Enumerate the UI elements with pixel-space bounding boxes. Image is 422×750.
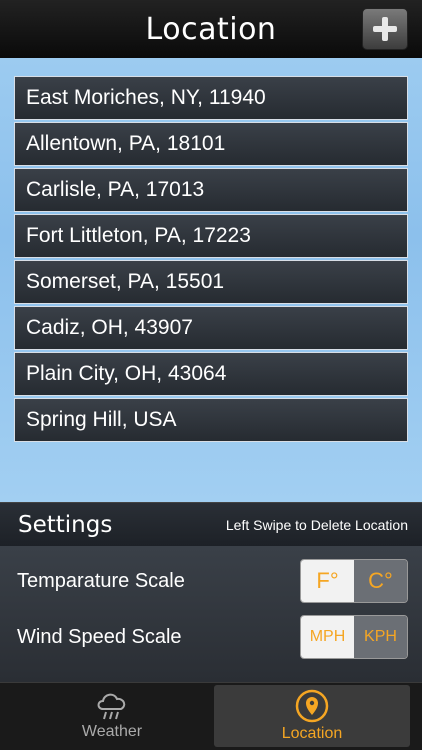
location-list: East Moriches, NY, 11940 Allentown, PA, … [14, 76, 408, 444]
settings-panel: Temparature Scale F° C° Wind Speed Scale… [0, 546, 422, 682]
tab-weather[interactable]: Weather [14, 685, 210, 747]
wind-speed-scale-row: Wind Speed Scale MPH KPH [0, 614, 422, 660]
settings-title: Settings [18, 511, 113, 538]
temperature-scale-toggle: F° C° [300, 559, 408, 603]
location-row[interactable]: Plain City, OH, 43064 [14, 352, 408, 396]
add-location-button[interactable] [362, 8, 408, 50]
wind-speed-scale-label: Wind Speed Scale [17, 625, 182, 648]
celsius-option[interactable]: C° [354, 560, 407, 602]
temperature-scale-label: Temparature Scale [17, 569, 185, 592]
location-row[interactable]: Carlisle, PA, 17013 [14, 168, 408, 212]
location-row[interactable]: Somerset, PA, 15501 [14, 260, 408, 304]
delete-hint: Left Swipe to Delete Location [225, 516, 408, 533]
location-row[interactable]: Spring Hill, USA [14, 398, 408, 442]
wind-speed-scale-toggle: MPH KPH [300, 615, 408, 659]
page-title: Location [145, 11, 277, 47]
location-row[interactable]: Cadiz, OH, 43907 [14, 306, 408, 350]
nav-bar: Location [0, 0, 422, 58]
location-row[interactable]: Allentown, PA, 18101 [14, 122, 408, 166]
tab-location-label: Location [281, 725, 343, 742]
kph-option[interactable]: KPH [354, 616, 407, 658]
temperature-scale-row: Temparature Scale F° C° [0, 558, 422, 604]
mph-option[interactable]: MPH [301, 616, 354, 658]
fahrenheit-option[interactable]: F° [301, 560, 354, 602]
location-panel: East Moriches, NY, 11940 Allentown, PA, … [0, 58, 422, 502]
tab-bar: Weather Location [0, 682, 422, 750]
tab-weather-label: Weather [81, 723, 143, 740]
settings-header: Settings Left Swipe to Delete Location [0, 502, 422, 546]
map-pin-icon [294, 689, 330, 723]
cloud-rain-icon [94, 689, 130, 721]
location-row[interactable]: Fort Littleton, PA, 17223 [14, 214, 408, 258]
tab-location[interactable]: Location [214, 685, 410, 747]
plus-icon [373, 17, 397, 41]
location-row[interactable]: East Moriches, NY, 11940 [14, 76, 408, 120]
